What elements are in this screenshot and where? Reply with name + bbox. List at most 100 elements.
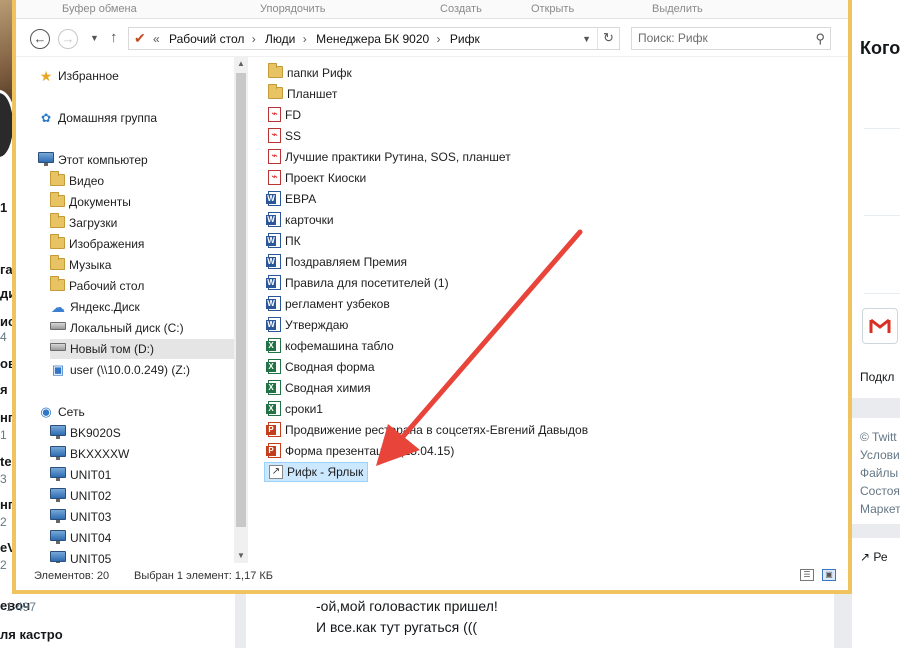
nav-item-documents[interactable]: Документы — [50, 191, 131, 212]
file-item[interactable]: Проект Киоски — [264, 168, 370, 188]
file-item[interactable]: Форма презентации (15.04.15) — [264, 441, 458, 461]
background-tweet: -ой,мой головастик пришел! И все.как тут… — [246, 594, 834, 648]
external-link-icon: ↗ — [860, 550, 874, 564]
scrollbar-thumb[interactable] — [236, 73, 246, 527]
file-name: кофемашина табло — [285, 339, 394, 353]
nav-item-label: Изображения — [69, 237, 145, 251]
nav-item-network-computer[interactable]: UNIT02 — [50, 486, 111, 506]
divider — [864, 128, 900, 129]
report-link[interactable]: ↗ Ре — [860, 550, 888, 564]
nav-item-homegroup[interactable]: ✿ Домашняя группа — [38, 108, 157, 128]
nav-item-label: Загрузки — [69, 216, 118, 230]
nav-item-network-computer[interactable]: BKXXXXW — [50, 444, 129, 464]
back-button[interactable]: ← — [30, 29, 50, 49]
file-name: карточки — [285, 213, 334, 227]
computer-icon — [38, 152, 54, 167]
breadcrumb-item[interactable]: Рабочий стол — [169, 32, 244, 46]
file-item[interactable]: папки Рифк — [264, 62, 356, 83]
nav-item-label: Яндекс.Диск — [70, 300, 140, 314]
footer-link[interactable]: Файлы — [860, 466, 898, 480]
pdf-icon — [268, 107, 281, 123]
search-input[interactable] — [638, 31, 803, 45]
computer-icon — [50, 488, 66, 503]
divider — [864, 215, 900, 216]
file-item[interactable]: Утверждаю — [264, 315, 352, 335]
nav-pane-scrollbar[interactable]: ▲ ▼ — [234, 57, 248, 563]
breadcrumb-item[interactable]: Рифк — [450, 32, 480, 46]
file-name: Продвижение ресторана в соцсетях-Евгений… — [285, 423, 589, 437]
nav-item-desktop[interactable]: Рабочий стол — [50, 275, 144, 296]
search-icon[interactable]: ⚲ — [815, 31, 825, 47]
breadcrumb-overflow[interactable]: « — [153, 32, 160, 46]
nav-item-pictures[interactable]: Изображения — [50, 233, 145, 254]
nav-item-label: Сеть — [58, 405, 85, 419]
scroll-down-arrow-icon[interactable]: ▼ — [234, 549, 248, 563]
file-item[interactable]: Лучшие практики Рутина, SOS, планшет — [264, 147, 515, 167]
file-item[interactable]: Продвижение ресторана в соцсетях-Евгений… — [264, 420, 592, 440]
path-field[interactable]: ✔ « Рабочий стол › Люди › Менеджера БК 9… — [128, 27, 620, 50]
drive-icon — [50, 342, 66, 351]
file-item-selected[interactable]: ↗ Рифк - Ярлык — [264, 462, 369, 482]
search-box[interactable]: ⚲ — [631, 27, 831, 50]
gmail-icon[interactable] — [862, 308, 898, 344]
large-icons-view-icon[interactable]: ▣ — [822, 569, 836, 581]
footer-link[interactable]: © Twitt — [860, 430, 897, 444]
nav-item-local-disk-c[interactable]: Локальный диск (C:) — [50, 318, 184, 338]
footer-link[interactable]: Состоя — [860, 484, 900, 498]
file-item[interactable]: Правила для посетителей (1) — [264, 273, 453, 293]
nav-item-downloads[interactable]: Загрузки — [50, 212, 118, 233]
nav-item-network[interactable]: ◉ Сеть — [38, 402, 85, 422]
breadcrumb-separator-icon[interactable]: › — [303, 32, 307, 46]
file-item[interactable]: ЕВРА — [264, 189, 320, 209]
file-item[interactable]: SS — [264, 126, 305, 146]
connect-link[interactable]: Подкл — [860, 370, 894, 384]
breadcrumb-separator-icon[interactable]: › — [437, 32, 441, 46]
nav-item-favorites[interactable]: ★ Избранное — [38, 66, 119, 86]
ribbon-group-labels: Буфер обмена Упорядочить Создать Открыть… — [16, 0, 848, 19]
file-item[interactable]: ПК — [264, 231, 305, 251]
file-item[interactable]: кофемашина табло — [264, 336, 398, 356]
nav-item-label: UNIT02 — [70, 489, 112, 503]
file-item[interactable]: регламент узбеков — [264, 294, 394, 314]
breadcrumb-separator-icon[interactable]: › — [252, 32, 256, 46]
file-name: папки Рифк — [287, 66, 352, 80]
refresh-icon[interactable]: ↻ — [597, 28, 619, 49]
file-name: Проект Киоски — [285, 171, 367, 185]
footer-link[interactable]: Услови — [860, 448, 900, 462]
nav-item-volume-d[interactable]: Новый том (D:) — [50, 339, 234, 359]
bg-text-fragment: ля кастро — [0, 627, 63, 642]
file-item[interactable]: сроки1 — [264, 399, 327, 419]
details-view-icon[interactable]: ☰ — [800, 569, 814, 581]
file-item[interactable]: Сводная химия — [264, 378, 375, 398]
nav-item-yandex-disk[interactable]: ☁ Яндекс.Диск — [50, 297, 140, 317]
folder-icon — [50, 170, 65, 186]
nav-item-label: Музыка — [69, 258, 112, 272]
file-item[interactable]: FD — [264, 105, 305, 125]
bg-text-fragment: 1 — [0, 200, 8, 215]
breadcrumb-item[interactable]: Люди — [265, 32, 295, 46]
nav-item-label: UNIT04 — [70, 531, 112, 545]
file-item[interactable]: карточки — [264, 210, 338, 230]
gmail-logo — [869, 318, 891, 333]
file-name: Правила для посетителей (1) — [285, 276, 449, 290]
nav-item-videos[interactable]: Видео — [50, 170, 104, 191]
nav-item-network-computer[interactable]: UNIT04 — [50, 528, 111, 548]
nav-item-this-pc[interactable]: Этот компьютер — [38, 150, 148, 170]
forward-button[interactable]: → — [58, 29, 78, 49]
nav-item-network-computer[interactable]: UNIT05 — [50, 549, 111, 563]
scroll-up-arrow-icon[interactable]: ▲ — [234, 57, 248, 71]
nav-item-network-computer[interactable]: BK9020S — [50, 423, 121, 443]
nav-item-network-computer[interactable]: UNIT03 — [50, 507, 111, 527]
file-item[interactable]: Поздравляем Премия — [264, 252, 411, 272]
file-item[interactable]: Планшет — [264, 83, 341, 104]
nav-item-music[interactable]: Музыка — [50, 254, 112, 275]
nav-item-network-drive-z[interactable]: ▣ user (\\10.0.0.249) (Z:) — [50, 360, 190, 380]
file-item[interactable]: Сводная форма — [264, 357, 379, 377]
nav-item-network-computer[interactable]: UNIT01 — [50, 465, 111, 485]
up-arrow-icon[interactable]: ↑ — [110, 29, 118, 46]
recent-locations-chevron-down-icon[interactable]: ▼ — [90, 33, 99, 43]
footer-link[interactable]: Маркет — [860, 502, 900, 516]
folder-icon — [50, 254, 65, 270]
path-history-chevron-down-icon[interactable]: ▼ — [582, 34, 591, 44]
breadcrumb-item[interactable]: Менеджера БК 9020 — [316, 32, 429, 46]
